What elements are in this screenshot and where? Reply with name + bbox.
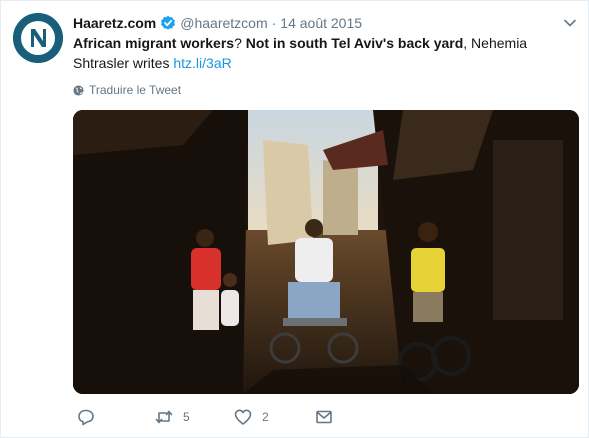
like-count: 2 — [262, 410, 269, 424]
author-handle[interactable]: @haaretzcom — [180, 15, 267, 31]
translate-tweet[interactable]: Traduire le Tweet — [73, 81, 181, 99]
direct-message-button[interactable] — [315, 405, 333, 429]
retweet-icon — [155, 410, 173, 424]
headline-question: ? — [234, 35, 242, 51]
chevron-down-icon[interactable] — [562, 15, 578, 31]
reply-icon — [78, 409, 94, 426]
headline-part-1: African migrant workers — [73, 35, 235, 51]
author-name[interactable]: Haaretz.com — [73, 15, 156, 31]
tweet-photo[interactable] — [73, 110, 579, 394]
like-button[interactable]: 2 — [234, 405, 269, 429]
separator-dot: · — [271, 15, 277, 31]
avatar[interactable] — [13, 13, 63, 63]
headline-part-2: Not in south Tel Aviv's back yard — [245, 35, 464, 51]
globe-icon — [73, 84, 84, 96]
retweet-count: 5 — [183, 410, 190, 424]
translate-label: Traduire le Tweet — [89, 83, 182, 97]
tweet-header: Haaretz.com @haaretzcom · 14 août 2015 — [73, 13, 362, 33]
verified-badge-icon — [160, 15, 176, 31]
tweet-card[interactable]: Haaretz.com @haaretzcom · 14 août 2015 A… — [0, 0, 589, 438]
heart-icon — [234, 409, 252, 425]
tweet-date[interactable]: 14 août 2015 — [280, 15, 362, 31]
envelope-icon — [316, 410, 332, 424]
tweet-text: African migrant workers? Not in south Te… — [73, 33, 579, 73]
retweet-button[interactable]: 5 — [155, 405, 190, 429]
haaretz-logo — [13, 13, 63, 63]
article-link[interactable]: htz.li/3aR — [173, 55, 231, 71]
tweet-actions: 5 2 — [73, 405, 579, 429]
reply-button[interactable] — [77, 405, 105, 429]
